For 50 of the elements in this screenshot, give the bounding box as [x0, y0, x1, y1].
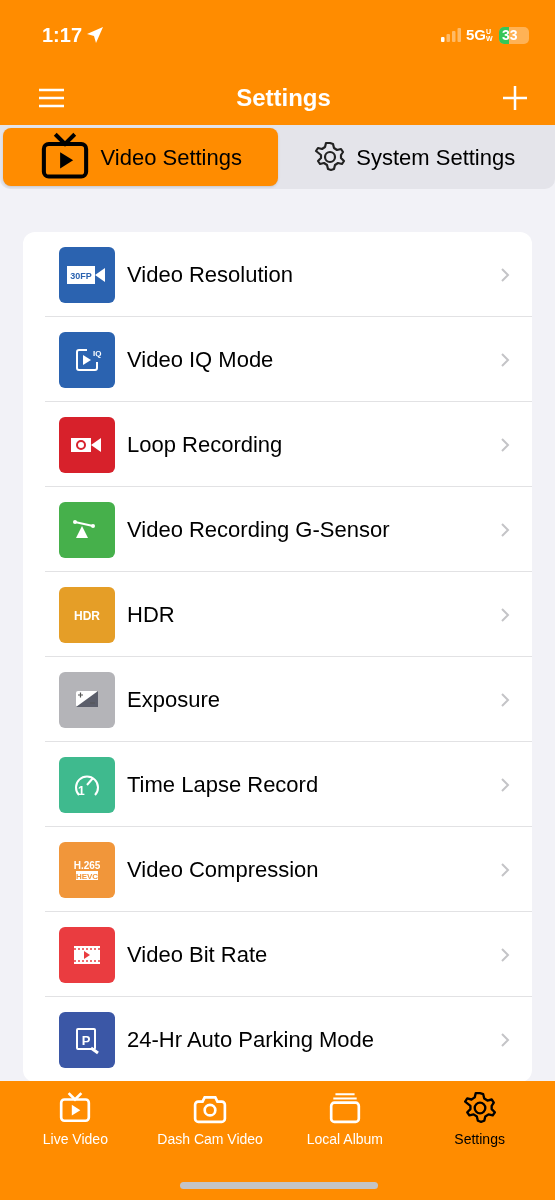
status-time: 1:17 — [42, 23, 83, 48]
iq-icon: IQ — [59, 331, 115, 388]
row-label: 24-Hr Auto Parking Mode — [127, 1026, 376, 1054]
row-label: Video Compression — [127, 856, 320, 884]
chevron-icon — [501, 522, 510, 537]
hdr-icon: HDR — [59, 586, 115, 643]
timelapse-icon: 1 — [59, 756, 115, 813]
settings-row[interactable]: H.265 HEVC Video Compression — [23, 827, 532, 912]
settings-row[interactable]: 1 Time Lapse Record — [23, 742, 532, 827]
row-label: Video IQ Mode — [127, 346, 275, 374]
settings-row[interactable]: Video Recording G-Sensor — [23, 487, 532, 572]
resolution-icon: 30FP — [59, 246, 115, 303]
header-title: Settings — [236, 82, 331, 113]
network-label: 5G — [466, 24, 486, 45]
settings-row[interactable]: IQ Video IQ Mode — [23, 317, 532, 402]
row-label: Loop Recording — [127, 431, 284, 459]
row-label: Video Recording G-Sensor — [127, 516, 391, 544]
segment-tab[interactable]: Video Settings — [3, 128, 278, 186]
settings-row[interactable]: HDR HDR — [23, 572, 532, 657]
album-stack-icon — [327, 1091, 362, 1125]
chevron-icon — [501, 692, 510, 707]
row-label: Video Resolution — [127, 261, 294, 289]
chevron-icon — [501, 947, 510, 962]
chevron-icon — [501, 862, 510, 877]
chevron-icon — [501, 437, 510, 452]
chevron-icon — [501, 267, 510, 282]
chevron-icon — [501, 607, 510, 622]
settings-row[interactable]: Exposure — [23, 657, 532, 742]
signal-icon — [441, 28, 461, 42]
chevron-icon — [501, 352, 510, 367]
settings-icon — [462, 1091, 497, 1125]
menu-icon[interactable] — [38, 87, 65, 108]
settings-row[interactable]: 30FP Video Resolution — [23, 232, 532, 317]
row-label: Exposure — [127, 686, 221, 714]
row-label: HDR — [127, 601, 176, 629]
tab-bar-item[interactable]: Settings — [414, 1091, 545, 1150]
settings-row[interactable]: P 24-Hr Auto Parking Mode — [23, 997, 532, 1081]
row-label: Video Bit Rate — [127, 941, 269, 969]
chevron-icon — [501, 1032, 510, 1047]
compression-icon: H.265 HEVC — [59, 841, 115, 898]
row-label: Time Lapse Record — [127, 771, 320, 799]
location-arrow-icon — [86, 26, 105, 44]
chevron-icon — [501, 777, 510, 792]
add-icon[interactable] — [502, 84, 528, 111]
tv-icon — [58, 1091, 93, 1125]
settings-row[interactable]: Video Bit Rate — [23, 912, 532, 997]
settings-row[interactable]: Loop Recording — [23, 402, 532, 487]
parking-icon: P — [59, 1011, 115, 1068]
settings-icon — [314, 141, 347, 173]
segment-tab[interactable]: System Settings — [277, 128, 552, 186]
